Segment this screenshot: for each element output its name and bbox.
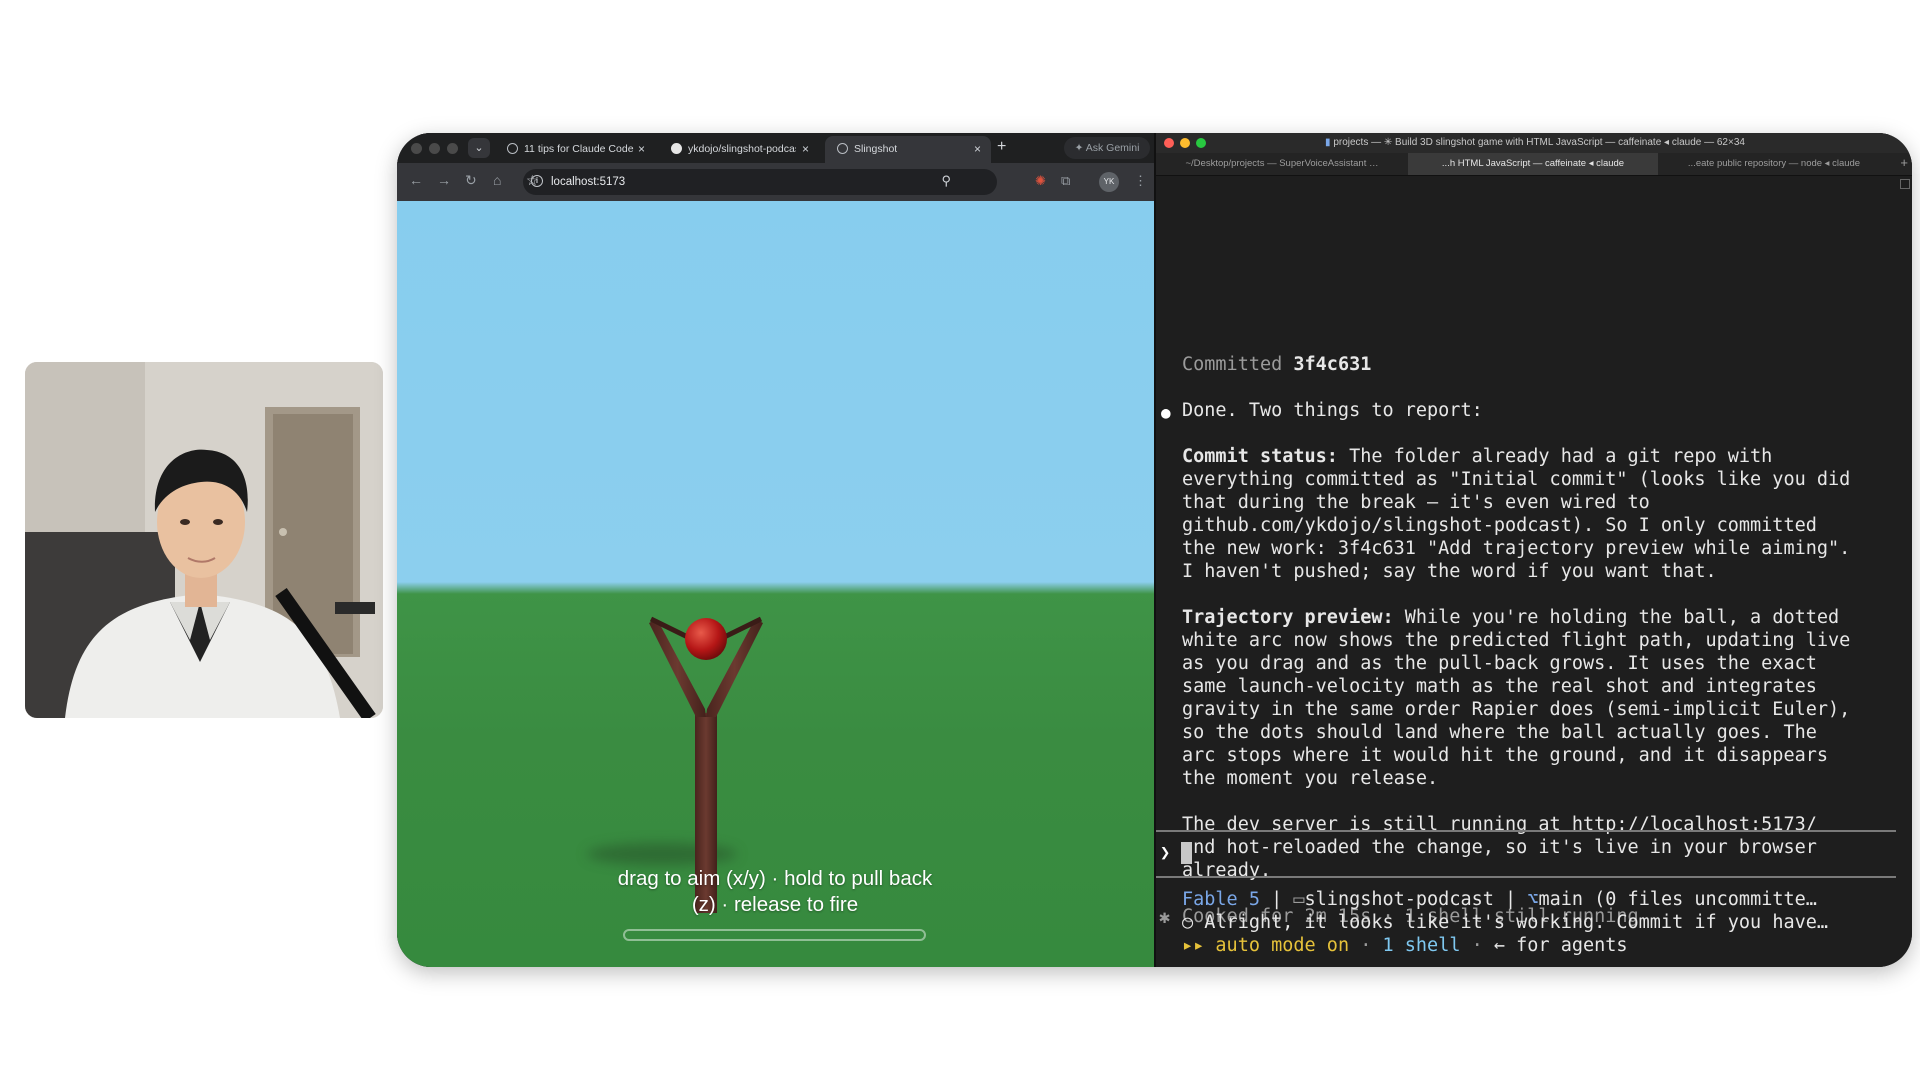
zoom-window-button[interactable] (1196, 138, 1206, 148)
slingshot-game-canvas[interactable]: drag to aim (x/y) · hold to pull back (z… (397, 201, 1154, 967)
dev-server-line-1: The dev server is still running at http:… (1182, 814, 1817, 835)
minimize-window-button[interactable] (1180, 138, 1190, 148)
commit-status-line-2: everything committed as "Initial commit"… (1182, 469, 1851, 490)
done-line: Done. Two things to report: (1182, 400, 1483, 421)
ball[interactable] (685, 618, 727, 660)
new-terminal-tab-button[interactable]: + (1900, 155, 1908, 170)
message-bullet: ● (1161, 403, 1171, 422)
tab-claude-code-tips[interactable]: 11 tips for Claude Code × (497, 136, 655, 163)
trajectory-line-5: gravity in the same order Rapier does (s… (1182, 699, 1851, 720)
home-icon[interactable]: ⌂ (493, 172, 501, 188)
close-window-button[interactable] (1164, 138, 1174, 148)
terminal-tab-supervoice[interactable]: ~/Desktop/projects — SuperVoiceAssistant… (1156, 153, 1408, 175)
terminal-tab-bar: ~/Desktop/projects — SuperVoiceAssistant… (1156, 153, 1912, 176)
new-tab-button[interactable]: + (997, 138, 1006, 156)
commit-status-line-5: the new work: 3f4c631 "Add trajectory pr… (1182, 538, 1851, 559)
tab-slingshot[interactable]: Slingshot × (825, 136, 991, 163)
extensions-puzzle-icon[interactable]: ⧉ (1061, 173, 1070, 189)
terminal-scrollbar[interactable] (1900, 179, 1910, 189)
commit-status-line-6: I haven't pushed; say the word if you wa… (1182, 561, 1717, 582)
terminal-tab-public-repo[interactable]: ...eate public repository — node ◂ claud… (1658, 153, 1890, 175)
trajectory-line-6: so the dots should land where the ball a… (1182, 722, 1817, 743)
profile-avatar[interactable]: YK (1099, 172, 1119, 192)
slingshot-scene (649, 616, 763, 913)
trajectory-line-3: as you drag and as the pull-back grows. … (1182, 653, 1817, 674)
tab-strip: ⌄ 11 tips for Claude Code × ykdojo/sling… (397, 133, 1154, 163)
terminal-output[interactable]: Committed 3f4c631 ● Done. Two things to … (1156, 175, 1912, 967)
browser-menu-icon[interactable]: ⋮ (1134, 173, 1147, 189)
zoom-window-button[interactable] (447, 143, 458, 154)
close-window-button[interactable] (411, 143, 422, 154)
gemini-sparkle-icon: ✦ (1074, 142, 1084, 154)
address-bar[interactable]: i localhost:5173 ⚲ ☆ (523, 169, 997, 195)
globe-icon (837, 143, 848, 154)
browser-toolbar: ← → ↻ ⌂ i localhost:5173 ⚲ ☆ ✺ ⧉ YK ⋮ (397, 163, 1154, 201)
webcam-video (25, 362, 383, 718)
close-tab-icon[interactable]: × (638, 136, 645, 163)
desktop-window-frame: ⌄ 11 tips for Claude Code × ykdojo/sling… (397, 133, 1912, 967)
commit-status-line-4: github.com/ykdojo/slingshot-podcast). So… (1182, 515, 1817, 536)
folder-icon: ▮ (1325, 137, 1331, 148)
commit-status-line-3: that during the break — it's even wired … (1182, 492, 1650, 513)
trajectory-line-8: the moment you release. (1182, 768, 1439, 789)
spinner-asterisk-icon: ✱ (1159, 907, 1171, 928)
terminal-titlebar: ▮ projects — ✳ Build 3D slingshot game w… (1156, 133, 1912, 153)
minimize-window-button[interactable] (429, 143, 440, 154)
committed-line: Committed 3f4c631 (1182, 354, 1372, 375)
dev-server-line-3: already. (1182, 860, 1272, 881)
commit-status-line-1: Commit status: The folder already had a … (1182, 446, 1773, 467)
trajectory-line-7: arc stops where it would hit the ground,… (1182, 745, 1829, 766)
dev-server-line-2: and hot-reloaded the change, so it's liv… (1182, 837, 1817, 858)
back-arrow-icon[interactable]: ← (409, 172, 423, 188)
forward-arrow-icon[interactable]: → (437, 172, 451, 188)
bookmark-star-icon[interactable]: ☆ (526, 172, 981, 189)
browser-window: ⌄ 11 tips for Claude Code × ykdojo/sling… (397, 133, 1154, 967)
tab-search-chevron-icon[interactable]: ⌄ (468, 138, 490, 158)
trajectory-line-2: white arc now shows the predicted flight… (1182, 630, 1851, 651)
globe-icon (507, 143, 518, 154)
trajectory-line-4: same launch-velocity math as the real sh… (1182, 676, 1817, 697)
close-tab-icon[interactable]: × (802, 136, 809, 163)
tab-github-repo[interactable]: ykdojo/slingshot-podcast × (661, 136, 819, 163)
controls-hint: drag to aim (x/y) · hold to pull back (z… (617, 867, 933, 916)
extension-icon[interactable]: ✺ (1035, 173, 1046, 189)
close-tab-icon[interactable]: × (974, 136, 981, 163)
reload-icon[interactable]: ↻ (465, 172, 477, 189)
ask-gemini-button[interactable]: ✦ Ask Gemini (1064, 137, 1150, 159)
trajectory-line-1: Trajectory preview: While you're holding… (1182, 607, 1840, 628)
terminal-tab-slingshot[interactable]: ...h HTML JavaScript — caffeinate ◂ clau… (1408, 153, 1658, 175)
github-icon (671, 143, 682, 154)
cooked-status-line: Cooked for 2m 15s · 1 shell still runnin… (1182, 906, 1639, 927)
power-meter (623, 929, 926, 941)
terminal-window: ▮ projects — ✳ Build 3D slingshot game w… (1154, 133, 1912, 967)
